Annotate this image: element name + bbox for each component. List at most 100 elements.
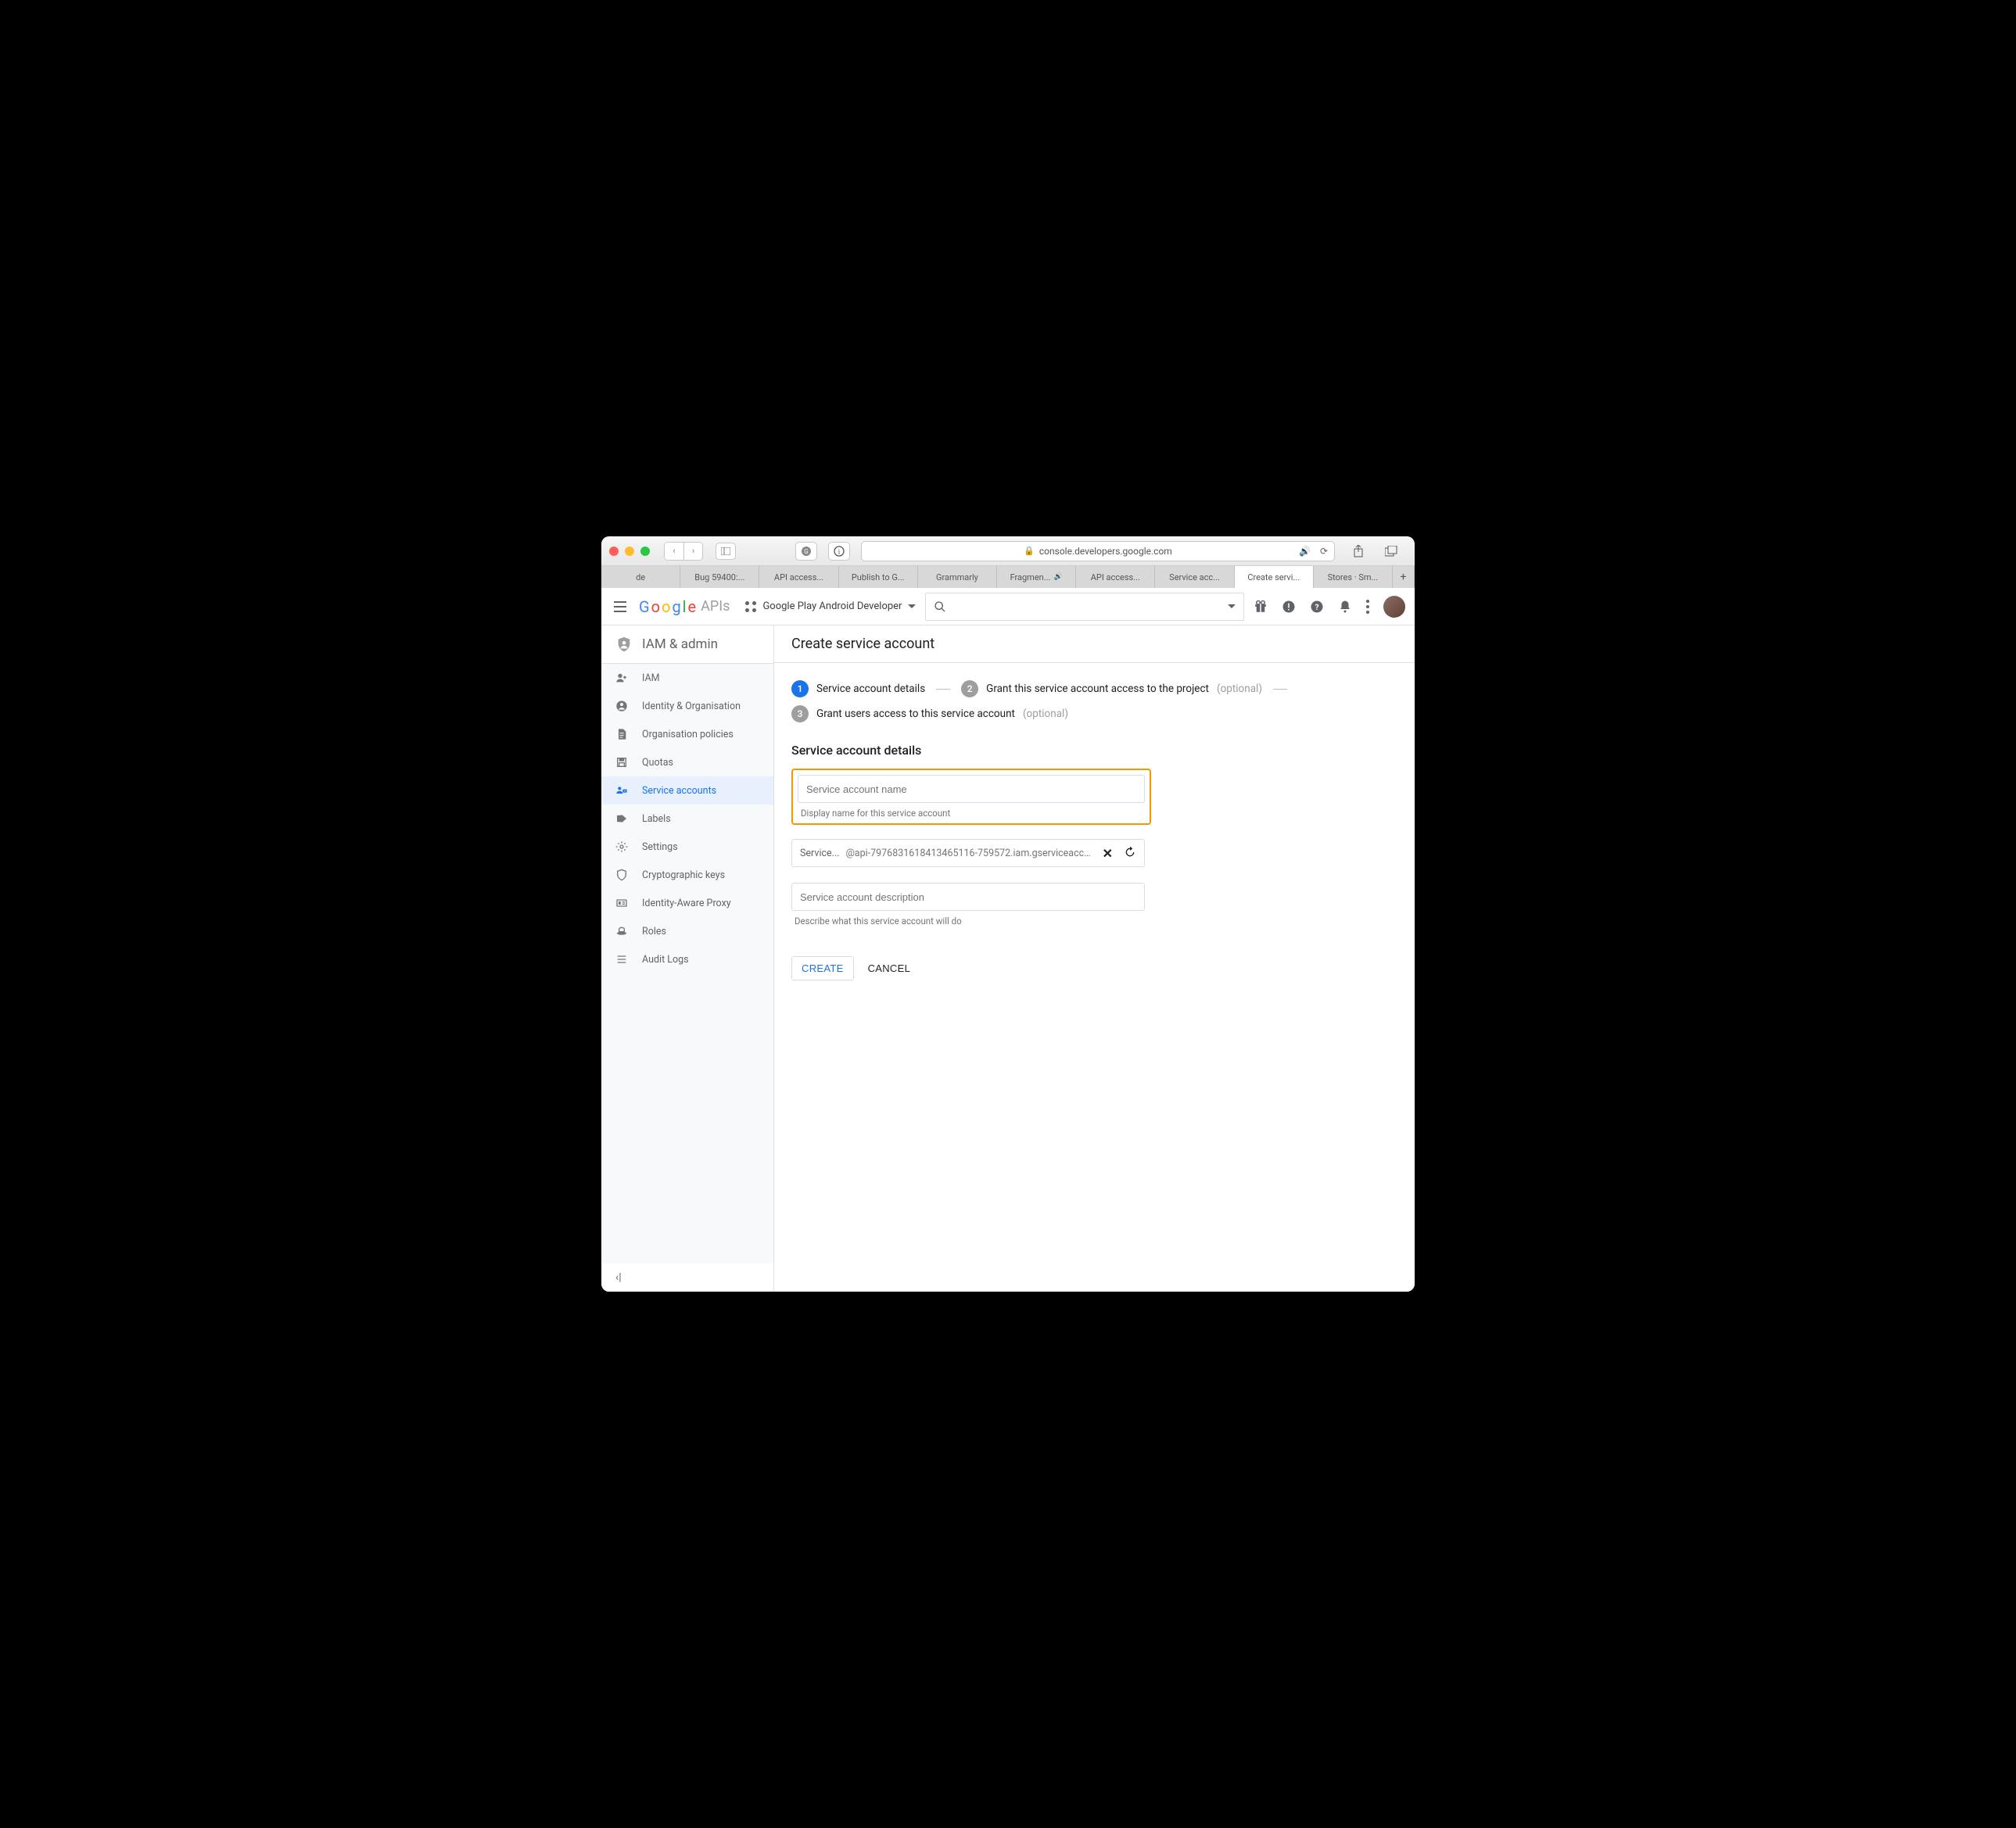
service-account-name-input[interactable] <box>798 775 1145 803</box>
sidebar-item-organisation-policies[interactable]: Organisation policies <box>601 720 773 748</box>
gcp-search[interactable] <box>925 593 1244 621</box>
browser-tab[interactable]: Stores · Sm... <box>1314 566 1393 588</box>
main-panel: Create service account 1 Service account … <box>773 625 1415 1292</box>
menu-button[interactable] <box>611 597 630 616</box>
sidebar-item-identity-organisation[interactable]: Identity & Organisation <box>601 692 773 720</box>
search-icon <box>934 600 946 613</box>
sidebar-item-quotas[interactable]: Quotas <box>601 748 773 776</box>
google-apis-logo[interactable]: Google APIs <box>639 597 730 616</box>
titlebar: ‹ › G i 🔒 console.developers.google.com … <box>601 536 1415 566</box>
browser-tab[interactable]: de <box>601 566 680 588</box>
sidebar-item-audit-logs[interactable]: Audit Logs <box>601 945 773 973</box>
action-row: CREATE CANCEL <box>791 956 1397 980</box>
sidebar-item-label: Audit Logs <box>642 954 689 966</box>
sidebar-item-label: Quotas <box>642 757 673 769</box>
roles-icon <box>615 925 630 937</box>
back-button[interactable]: ‹ <box>665 543 683 560</box>
sidebar-item-labels[interactable]: Labels <box>601 805 773 833</box>
create-button[interactable]: CREATE <box>791 956 854 980</box>
more-icon[interactable] <box>1366 600 1369 614</box>
sidebar-item-label: Settings <box>642 841 678 853</box>
forward-button[interactable]: › <box>683 543 702 560</box>
label-icon <box>615 812 630 825</box>
svg-text:?: ? <box>1315 601 1318 611</box>
address-bar[interactable]: 🔒 console.developers.google.com 🔊 ⟳ <box>861 541 1335 561</box>
bell-icon[interactable] <box>1338 600 1352 614</box>
name-helper-text: Display name for this service account <box>798 808 1145 819</box>
browser-tabstrip: deBug 59400:...API access...Publish to G… <box>601 566 1415 588</box>
browser-tab[interactable]: Fragmen...🔊 <box>997 566 1076 588</box>
collapse-sidebar-button[interactable]: ‹| <box>601 1263 773 1292</box>
sidebar-item-iam[interactable]: IAM <box>601 664 773 692</box>
sidebar-item-label: Organisation policies <box>642 729 734 740</box>
sidebar-item-settings[interactable]: Settings <box>601 833 773 861</box>
share-button[interactable] <box>1347 542 1369 561</box>
close-window-button[interactable] <box>609 547 619 556</box>
vpn-key-icon <box>615 869 630 881</box>
svg-text:i: i <box>838 547 841 555</box>
info-ext-button[interactable]: i <box>828 542 850 561</box>
alert-icon[interactable] <box>1282 600 1296 614</box>
stepper: 1 Service account details 2Grant this serv… <box>791 680 1397 722</box>
step-number: 3 <box>791 705 809 722</box>
browser-tab[interactable]: Bug 59400:... <box>680 566 759 588</box>
id-email: @api-7976831618413465116-759572.iam.gser… <box>846 848 1096 859</box>
sidebar: IAM & admin IAMIdentity & OrganisationOr… <box>601 625 773 1292</box>
gift-icon[interactable] <box>1254 600 1268 614</box>
sidebar-item-identity-aware-proxy[interactable]: Identity-Aware Proxy <box>601 889 773 917</box>
step-number: 1 <box>791 680 809 697</box>
refresh-icon[interactable] <box>1124 846 1136 861</box>
browser-tab[interactable]: API access... <box>1076 566 1155 588</box>
highlighted-name-field: Display name for this service account <box>791 769 1151 825</box>
sidebar-item-roles[interactable]: Roles <box>601 917 773 945</box>
service-account-icon <box>615 784 630 797</box>
tabs-button[interactable] <box>1380 542 1402 561</box>
lock-icon: 🔒 <box>1024 546 1035 556</box>
step-label: Service account details <box>816 683 925 695</box>
sound-icon: 🔊 <box>1053 573 1062 581</box>
step-3[interactable]: 3 Grant users access to this service acco… <box>791 705 1068 722</box>
browser-tab[interactable]: API access... <box>759 566 838 588</box>
project-name: Google Play Android Developer <box>762 600 902 612</box>
sidebar-item-label: Identity & Organisation <box>642 701 741 712</box>
sidebar-item-service-accounts[interactable]: Service accounts <box>601 776 773 805</box>
project-picker[interactable]: Google Play Android Developer <box>745 600 916 612</box>
id-prefix: Service... <box>800 848 840 859</box>
avatar[interactable] <box>1383 596 1405 618</box>
browser-tab[interactable]: Service acc... <box>1155 566 1234 588</box>
step-label: Grant users access to this service accou… <box>816 708 1015 720</box>
reload-button[interactable]: ⟳ <box>1320 546 1328 557</box>
browser-tab[interactable]: Create servi... <box>1235 566 1314 588</box>
page-title: Create service account <box>774 625 1415 663</box>
audit-icon <box>615 953 630 966</box>
header-icons: ? <box>1254 596 1405 618</box>
desc-helper-text: Describe what this service account will … <box>791 916 1145 927</box>
help-icon[interactable]: ? <box>1310 600 1324 614</box>
description-icon <box>615 728 630 740</box>
page-content: Google APIs Google Play Android Develope… <box>601 588 1415 1292</box>
zoom-window-button[interactable] <box>640 547 650 556</box>
person-add-icon <box>615 672 630 684</box>
browser-tab[interactable]: Publish to G... <box>839 566 918 588</box>
new-tab-button[interactable]: + <box>1393 566 1415 588</box>
chevron-down-icon <box>1228 604 1236 608</box>
clear-icon[interactable]: ✕ <box>1103 846 1113 861</box>
optional-label: (optional) <box>1217 683 1262 695</box>
cancel-button[interactable]: CANCEL <box>868 962 911 974</box>
project-icon <box>745 601 756 612</box>
service-account-description-input[interactable] <box>791 883 1145 911</box>
sound-indicator-icon[interactable]: 🔊 <box>1299 546 1311 557</box>
step-2[interactable]: 2Grant this service account access to th… <box>961 680 1262 697</box>
step-divider <box>1273 689 1287 690</box>
sidebar-item-label: Roles <box>642 926 666 937</box>
gcp-body: IAM & admin IAMIdentity & OrganisationOr… <box>601 625 1415 1292</box>
minimize-window-button[interactable] <box>625 547 634 556</box>
gcp-header: Google APIs Google Play Android Develope… <box>601 588 1415 625</box>
grammarly-ext-button[interactable]: G <box>795 542 817 561</box>
url-text: console.developers.google.com <box>1039 546 1172 557</box>
step-number: 2 <box>961 680 978 697</box>
sidebar-toggle-button[interactable] <box>716 543 736 560</box>
sidebar-item-cryptographic-keys[interactable]: Cryptographic keys <box>601 861 773 889</box>
browser-tab[interactable]: Grammarly <box>918 566 997 588</box>
step-1[interactable]: 1 Service account details <box>791 680 925 697</box>
